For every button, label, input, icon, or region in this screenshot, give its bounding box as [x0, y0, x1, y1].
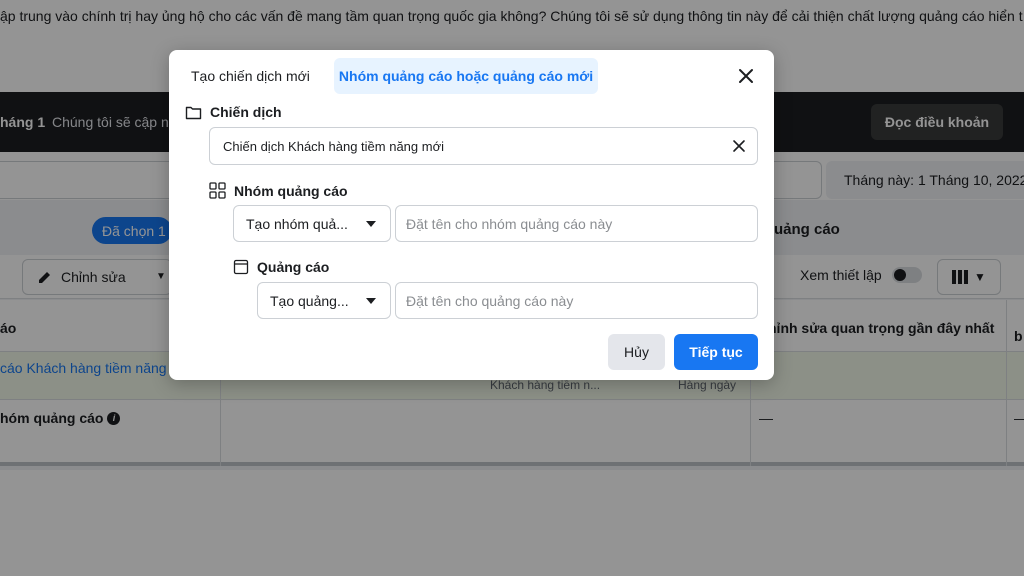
- campaign-field-value: Chiến dịch Khách hàng tiềm năng mới: [223, 139, 444, 154]
- ad-set-heading-text: Nhóm quảng cáo: [234, 182, 348, 199]
- ad-set-mode-select[interactable]: Tạo nhóm quả...: [233, 205, 391, 242]
- caret-down-icon: [366, 298, 376, 304]
- cancel-button[interactable]: Hủy: [608, 334, 665, 370]
- ad-select-label: Tạo quảng...: [270, 293, 349, 309]
- campaign-field[interactable]: Chiến dịch Khách hàng tiềm năng mới: [209, 127, 758, 165]
- caret-down-icon: [366, 221, 376, 227]
- folder-icon: [185, 106, 202, 119]
- ad-heading-text: Quảng cáo: [257, 259, 330, 275]
- ad-set-section-heading: Nhóm quảng cáo: [209, 182, 348, 199]
- campaign-section-heading: Chiến dịch: [185, 104, 282, 120]
- ad-section-heading: Quảng cáo: [233, 259, 329, 275]
- grid-icon: [209, 182, 226, 199]
- campaign-heading-text: Chiến dịch: [210, 104, 282, 120]
- continue-button[interactable]: Tiếp tục: [674, 334, 758, 370]
- clear-icon[interactable]: [732, 139, 746, 153]
- ad-set-select-label: Tạo nhóm quả...: [246, 216, 348, 232]
- ad-icon: [233, 259, 249, 275]
- create-modal: Tạo chiến dịch mới Nhóm quảng cáo hoặc q…: [169, 50, 774, 380]
- ad-mode-select[interactable]: Tạo quảng...: [257, 282, 391, 319]
- tab-new-campaign[interactable]: Tạo chiến dịch mới: [181, 58, 320, 94]
- ad-set-name-input[interactable]: [395, 205, 758, 242]
- tab-new-ad-set-or-ad[interactable]: Nhóm quảng cáo hoặc quảng cáo mới: [334, 58, 598, 94]
- close-icon[interactable]: [737, 67, 755, 85]
- ad-name-input[interactable]: [395, 282, 758, 319]
